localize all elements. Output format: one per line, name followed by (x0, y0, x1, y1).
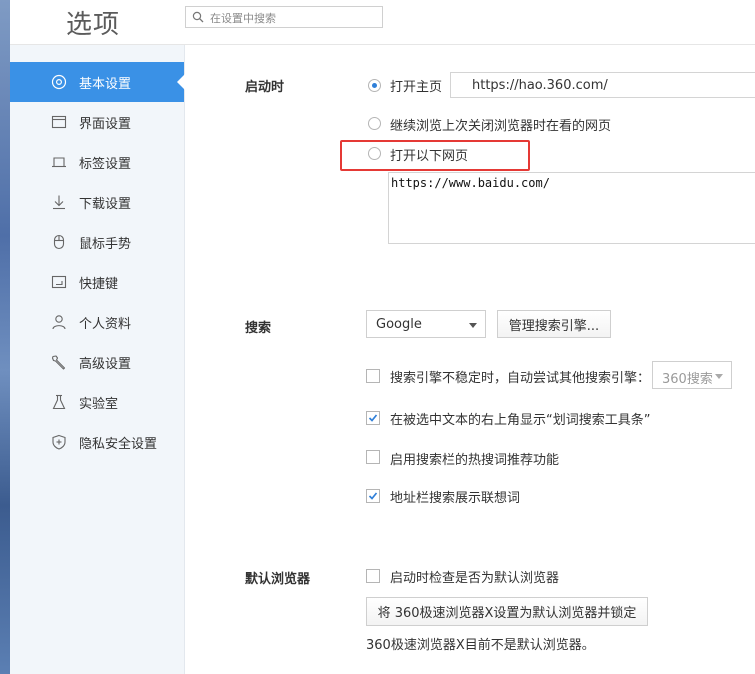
sidebar-item-label: 界面设置 (79, 117, 132, 132)
continue-browsing-radio[interactable] (368, 117, 381, 130)
sidebar-item-privacy[interactable]: 隐私安全设置 (10, 422, 184, 462)
manage-search-engines-button[interactable]: 管理搜索引擎... (497, 310, 611, 338)
open-home-label: 打开主页 (390, 80, 443, 95)
sidebar-item-label: 标签设置 (79, 157, 132, 172)
startup-section-label: 启动时 (245, 80, 285, 95)
flask-icon (52, 394, 66, 410)
wrench-icon (51, 355, 66, 370)
settings-content: 启动时 打开主页 继续浏览上次关闭浏览器时在看的网页 打开以下网页 https:… (185, 45, 755, 674)
search-engine-value: Google (376, 317, 422, 332)
sidebar-item-label: 基本设置 (79, 77, 132, 92)
sidebar-item-interface[interactable]: 界面设置 (10, 102, 184, 142)
startup-pages-textarea[interactable]: https://www.baidu.com/ (388, 172, 755, 244)
sidebar-item-shortcuts[interactable]: 快捷键 (10, 262, 184, 302)
address-suggest-label: 地址栏搜索展示联想词 (390, 491, 521, 506)
mouse-icon (53, 234, 65, 250)
search-engine-select[interactable]: Google (366, 310, 486, 338)
search-input[interactable] (208, 8, 382, 28)
fallback-engine-label: 搜索引擎不稳定时，自动尝试其他搜索引擎： (390, 371, 651, 386)
fallback-engine-value: 360搜索 (662, 372, 713, 387)
sidebar-item-mouse-gesture[interactable]: 鼠标手势 (10, 222, 184, 262)
sidebar-item-advanced[interactable]: 高级设置 (10, 342, 184, 382)
open-home-radio[interactable] (368, 79, 381, 92)
open-pages-label: 打开以下网页 (390, 149, 469, 164)
checkmark-icon (368, 492, 378, 500)
check-default-browser-checkbox[interactable] (366, 569, 380, 583)
chevron-down-icon (715, 374, 723, 379)
default-browser-status: 360极速浏览器X目前不是默认浏览器。 (366, 638, 595, 653)
search-toolbar-checkbox[interactable] (366, 411, 380, 425)
search-toolbar-label: 在被选中文本的右上角显示“划词搜索工具条” (390, 413, 651, 428)
settings-window: 选项 基本设置 界面设置 (10, 0, 755, 674)
sidebar: 基本设置 界面设置 标签设置 下载设置 鼠标手势 快捷键 个人资料 高级设置 实… (10, 45, 185, 674)
sidebar-item-download[interactable]: 下载设置 (10, 182, 184, 222)
fallback-engine-checkbox[interactable] (366, 369, 380, 383)
fallback-engine-select[interactable]: 360搜索 (652, 361, 732, 389)
default-browser-section-label: 默认浏览器 (245, 572, 311, 587)
sidebar-item-basic[interactable]: 基本设置 (10, 62, 185, 102)
sidebar-item-label: 快捷键 (79, 277, 119, 292)
page-title: 选项 (66, 10, 121, 40)
address-suggest-checkbox[interactable] (366, 489, 380, 503)
user-icon (52, 315, 66, 330)
sidebar-item-label: 鼠标手势 (79, 237, 132, 252)
chevron-down-icon (469, 323, 477, 328)
keyboard-icon (51, 275, 67, 289)
sidebar-item-profile[interactable]: 个人资料 (10, 302, 184, 342)
header: 选项 (10, 0, 755, 45)
shield-icon (52, 434, 66, 450)
sidebar-item-tabs[interactable]: 标签设置 (10, 142, 184, 182)
sidebar-item-label: 隐私安全设置 (79, 437, 158, 452)
checkmark-icon (368, 414, 378, 422)
desktop-background (0, 0, 10, 674)
hotwords-label: 启用搜索栏的热搜词推荐功能 (390, 453, 560, 468)
continue-browsing-label: 继续浏览上次关闭浏览器时在看的网页 (390, 119, 612, 134)
search-section-label: 搜索 (245, 321, 272, 336)
check-default-browser-label: 启动时检查是否为默认浏览器 (390, 571, 560, 586)
sidebar-item-label: 实验室 (79, 397, 119, 412)
window-icon (51, 115, 67, 129)
download-icon (53, 195, 65, 210)
sidebar-item-label: 下载设置 (79, 197, 132, 212)
home-url-input[interactable] (450, 72, 755, 98)
target-icon (51, 74, 67, 90)
sidebar-item-lab[interactable]: 实验室 (10, 382, 184, 422)
sidebar-item-label: 个人资料 (79, 317, 132, 332)
tab-icon (52, 157, 66, 168)
hotwords-checkbox[interactable] (366, 450, 380, 464)
open-pages-radio[interactable] (368, 147, 381, 160)
set-default-browser-button[interactable]: 将 360极速浏览器X设置为默认浏览器并锁定 (366, 597, 648, 626)
search-icon (192, 11, 204, 23)
sidebar-item-label: 高级设置 (79, 357, 132, 372)
settings-search-box[interactable] (185, 6, 383, 28)
